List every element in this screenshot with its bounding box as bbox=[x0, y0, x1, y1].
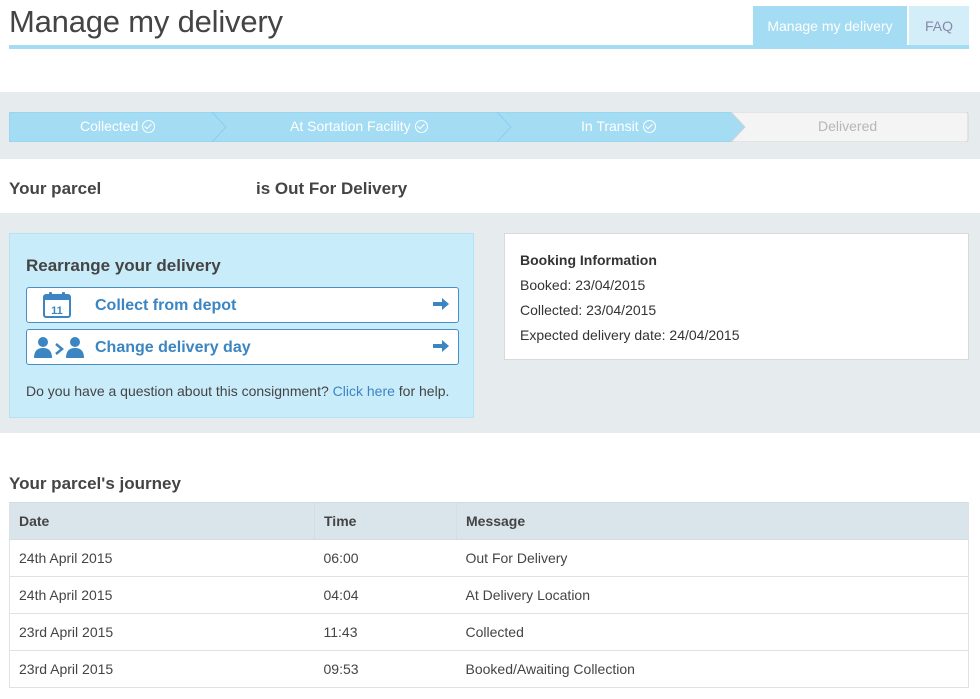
check-circle-icon bbox=[142, 119, 156, 133]
table-header-row: Date Time Message bbox=[9, 502, 969, 540]
table-row: 24th April 2015 06:00 Out For Delivery bbox=[9, 539, 969, 577]
expected-delivery-date: Expected delivery date: 24/04/2015 bbox=[520, 327, 740, 343]
table-row: 23rd April 2015 09:53 Booked/Awaiting Co… bbox=[9, 650, 969, 688]
help-prefix: Do you have a question about this consig… bbox=[26, 383, 329, 399]
row-message: Collected bbox=[456, 613, 969, 651]
user-transfer-icon bbox=[34, 337, 84, 358]
table-row: 23rd April 2015 11:43 Collected bbox=[9, 613, 969, 651]
arrow-right-icon bbox=[433, 298, 449, 310]
progress-step-collected: Collected bbox=[80, 118, 156, 134]
journey-table: Date Time Message 24th April 2015 06:00 … bbox=[9, 502, 969, 688]
journey-title: Your parcel's journey bbox=[9, 474, 181, 493]
rearrange-title: Rearrange your delivery bbox=[26, 256, 221, 275]
column-header-date: Date bbox=[9, 502, 315, 540]
change-delivery-day-label: Change delivery day bbox=[95, 339, 251, 356]
progress-step-transit: In Transit bbox=[581, 118, 656, 134]
collected-date: Collected: 23/04/2015 bbox=[520, 302, 657, 318]
column-header-message: Message bbox=[456, 502, 969, 540]
collect-from-depot-button[interactable]: 11 Collect from depot bbox=[26, 287, 459, 323]
booking-info-panel: Booking Information Booked: 23/04/2015 C… bbox=[504, 233, 969, 360]
parcel-status: Your parcel is Out For Delivery bbox=[0, 159, 980, 213]
row-date: 23rd April 2015 bbox=[9, 650, 315, 688]
page-header: Manage my delivery Manage my delivery FA… bbox=[0, 0, 980, 50]
progress-step-label: At Sortation Facility bbox=[290, 118, 411, 134]
page-title: Manage my delivery bbox=[9, 4, 283, 39]
table-row: 24th April 2015 04:04 At Delivery Locati… bbox=[9, 576, 969, 614]
column-header-time: Time bbox=[314, 502, 457, 540]
progress-step-label: Delivered bbox=[818, 118, 878, 134]
collect-from-depot-label: Collect from depot bbox=[95, 297, 237, 314]
row-message: Booked/Awaiting Collection bbox=[456, 650, 969, 688]
tab-faq[interactable]: FAQ bbox=[909, 6, 969, 45]
row-time: 06:00 bbox=[314, 539, 457, 577]
booking-title: Booking Information bbox=[520, 252, 657, 268]
row-time: 09:53 bbox=[314, 650, 457, 688]
help-text: Do you have a question about this consig… bbox=[26, 383, 449, 399]
help-link[interactable]: Click here bbox=[333, 383, 395, 399]
row-time: 11:43 bbox=[314, 613, 457, 651]
check-circle-icon bbox=[642, 119, 656, 133]
row-date: 23rd April 2015 bbox=[9, 613, 315, 651]
row-date: 24th April 2015 bbox=[9, 576, 315, 614]
check-circle-icon bbox=[414, 119, 428, 133]
rearrange-panel: Rearrange your delivery 11 Collect from … bbox=[9, 233, 474, 418]
calendar-day-number: 11 bbox=[51, 305, 63, 317]
row-message: Out For Delivery bbox=[456, 539, 969, 577]
header-divider bbox=[9, 45, 969, 49]
row-date: 24th April 2015 bbox=[9, 539, 315, 577]
progress-step-label: Collected bbox=[80, 118, 139, 134]
delivery-options-section: Rearrange your delivery 11 Collect from … bbox=[0, 213, 980, 433]
parcel-label: Your parcel bbox=[9, 179, 102, 198]
help-suffix: for help. bbox=[398, 383, 450, 399]
booked-date: Booked: 23/04/2015 bbox=[520, 277, 646, 293]
progress-step-sortation: At Sortation Facility bbox=[290, 118, 428, 134]
row-time: 04:04 bbox=[314, 576, 457, 614]
arrow-right-icon bbox=[433, 340, 449, 352]
row-message: At Delivery Location bbox=[456, 576, 969, 614]
calendar-icon: 11 bbox=[43, 292, 71, 318]
progress-step-label: In Transit bbox=[581, 118, 639, 134]
progress-tracker: Collected At Sortation Facility In Trans… bbox=[0, 92, 980, 159]
change-delivery-day-button[interactable]: Change delivery day bbox=[26, 329, 459, 365]
parcel-status-text: is Out For Delivery bbox=[256, 179, 408, 198]
tab-manage-my-delivery[interactable]: Manage my delivery bbox=[753, 6, 907, 45]
progress-step-delivered: Delivered bbox=[818, 118, 878, 134]
